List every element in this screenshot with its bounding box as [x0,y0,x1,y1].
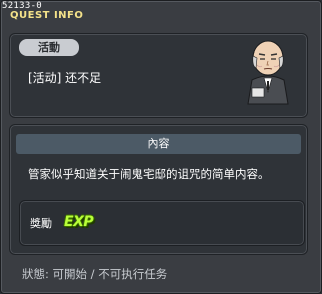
content-section-header: 內容 [16,134,301,154]
reward-label: 獎勵 [30,217,52,230]
quest-status: 狀態: 可開始 / 不可执行任务 [22,267,168,281]
window-title: QUEST INFO [10,10,84,21]
quest-category-badge: 活動 [19,39,79,56]
quest-name: [活动] 还不足 [28,71,102,85]
reward-box [19,200,305,246]
exp-icon: EXP [64,214,94,230]
quest-description: 管家似乎知道关于闹鬼宅邸的诅咒的简单内容。 [28,167,270,181]
npc-portrait-icon [247,40,289,105]
